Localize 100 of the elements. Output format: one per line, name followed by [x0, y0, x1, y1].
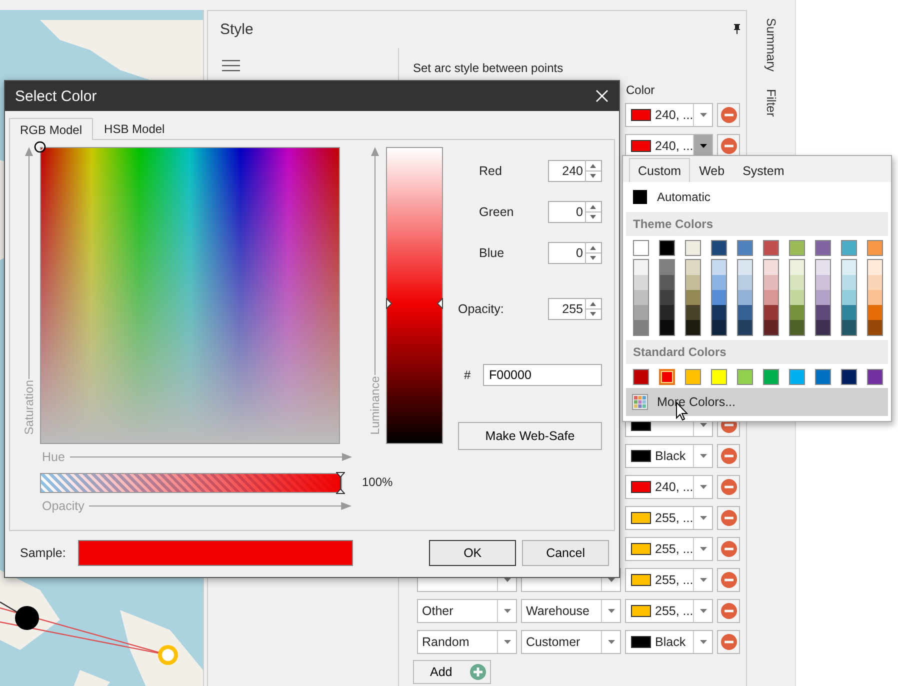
color-swatch[interactable] — [660, 305, 674, 320]
dropdown[interactable]: Customer — [521, 630, 621, 654]
spin-arrows-icon[interactable] — [585, 160, 601, 182]
color-swatch[interactable] — [842, 275, 856, 290]
color-swatch[interactable] — [634, 305, 648, 320]
color-dropdown[interactable]: 240, ... — [625, 103, 713, 127]
color-swatch[interactable] — [764, 305, 778, 320]
cancel-button[interactable]: Cancel — [522, 540, 610, 566]
number-field[interactable]: 240 — [548, 160, 602, 182]
picker-icon[interactable] — [34, 141, 46, 153]
color-swatch[interactable] — [634, 290, 648, 305]
color-swatch[interactable] — [842, 260, 856, 275]
color-swatch[interactable] — [815, 369, 831, 385]
number-field[interactable]: 0 — [548, 242, 602, 264]
add-button[interactable]: Add — [413, 660, 491, 684]
remove-button[interactable] — [717, 506, 740, 530]
color-swatch[interactable] — [712, 290, 726, 305]
dropdown[interactable]: Warehouse — [521, 599, 621, 623]
tab[interactable]: Custom — [629, 158, 690, 182]
color-swatch[interactable] — [867, 240, 883, 256]
color-swatch[interactable] — [660, 275, 674, 290]
color-swatch[interactable] — [790, 260, 804, 275]
automatic-option[interactable]: Automatic — [626, 182, 888, 212]
color-swatch[interactable] — [712, 305, 726, 320]
color-swatch[interactable] — [738, 320, 752, 335]
opacity-slider[interactable] — [40, 473, 342, 493]
color-swatch[interactable] — [764, 290, 778, 305]
tab[interactable]: RGB Model — [9, 118, 94, 140]
color-swatch[interactable] — [633, 369, 649, 385]
color-swatch[interactable] — [789, 369, 805, 385]
color-swatch[interactable] — [685, 240, 701, 256]
tab[interactable]: HSB Model — [93, 117, 176, 139]
color-swatch[interactable] — [712, 260, 726, 275]
color-swatch[interactable] — [634, 320, 648, 335]
color-swatch[interactable] — [633, 240, 649, 256]
color-swatch[interactable] — [686, 290, 700, 305]
side-tab[interactable]: Summary — [762, 16, 780, 74]
color-swatch[interactable] — [790, 275, 804, 290]
color-swatch[interactable] — [790, 290, 804, 305]
remove-button[interactable] — [717, 599, 740, 623]
color-swatch[interactable] — [634, 260, 648, 275]
color-dropdown[interactable]: 240, ... — [625, 475, 713, 499]
color-swatch[interactable] — [738, 260, 752, 275]
color-dropdown[interactable]: 255, ... — [625, 506, 713, 530]
color-dropdown[interactable]: Black — [625, 630, 713, 654]
more-colors-option[interactable]: More Colors... — [626, 388, 888, 416]
dropdown[interactable]: Random — [417, 630, 517, 654]
color-swatch[interactable] — [686, 260, 700, 275]
color-swatch[interactable] — [660, 290, 674, 305]
color-swatch[interactable] — [790, 320, 804, 335]
color-swatch[interactable] — [763, 240, 779, 256]
color-swatch[interactable] — [842, 320, 856, 335]
luminance-slider[interactable] — [386, 147, 443, 444]
color-swatch[interactable] — [738, 275, 752, 290]
color-dropdown[interactable]: 255, ... — [625, 537, 713, 561]
color-swatch[interactable] — [738, 305, 752, 320]
color-swatch[interactable] — [738, 290, 752, 305]
tab[interactable]: Web — [690, 158, 734, 182]
color-swatch[interactable] — [816, 260, 830, 275]
color-swatch[interactable] — [816, 275, 830, 290]
color-dropdown[interactable]: 255, ... — [625, 599, 713, 623]
color-swatch[interactable] — [711, 369, 727, 385]
remove-button[interactable] — [717, 568, 740, 592]
hex-field[interactable]: F00000 — [483, 364, 602, 386]
color-swatch[interactable] — [841, 369, 857, 385]
color-swatch[interactable] — [660, 320, 674, 335]
color-swatch[interactable] — [763, 369, 779, 385]
remove-button[interactable] — [717, 630, 740, 654]
color-swatch[interactable] — [711, 240, 727, 256]
number-field[interactable]: 0 — [548, 201, 602, 223]
color-swatch[interactable] — [659, 369, 675, 385]
color-swatch[interactable] — [737, 369, 753, 385]
spin-arrows-icon[interactable] — [585, 242, 601, 264]
spin-arrows-icon[interactable] — [585, 201, 601, 223]
color-swatch[interactable] — [712, 275, 726, 290]
color-swatch[interactable] — [789, 240, 805, 256]
color-swatch[interactable] — [764, 320, 778, 335]
color-dropdown[interactable]: 255, ... — [625, 568, 713, 592]
remove-button[interactable] — [717, 537, 740, 561]
color-swatch[interactable] — [868, 275, 882, 290]
ok-button[interactable]: OK — [429, 540, 516, 566]
color-swatch[interactable] — [737, 240, 753, 256]
color-swatch[interactable] — [660, 260, 674, 275]
color-swatch[interactable] — [816, 305, 830, 320]
color-swatch[interactable] — [764, 260, 778, 275]
color-swatch[interactable] — [868, 290, 882, 305]
color-swatch[interactable] — [659, 240, 675, 256]
color-swatch[interactable] — [842, 305, 856, 320]
number-field[interactable]: 255 — [548, 298, 602, 320]
color-swatch[interactable] — [712, 320, 726, 335]
color-swatch[interactable] — [868, 260, 882, 275]
dropdown[interactable]: Other — [417, 599, 517, 623]
color-swatch[interactable] — [764, 275, 778, 290]
slider-thumb[interactable] — [386, 298, 443, 309]
color-swatch[interactable] — [867, 369, 883, 385]
remove-button[interactable] — [717, 103, 740, 127]
color-swatch[interactable] — [686, 320, 700, 335]
color-swatch[interactable] — [842, 290, 856, 305]
color-swatch[interactable] — [816, 320, 830, 335]
color-swatch[interactable] — [868, 305, 882, 320]
